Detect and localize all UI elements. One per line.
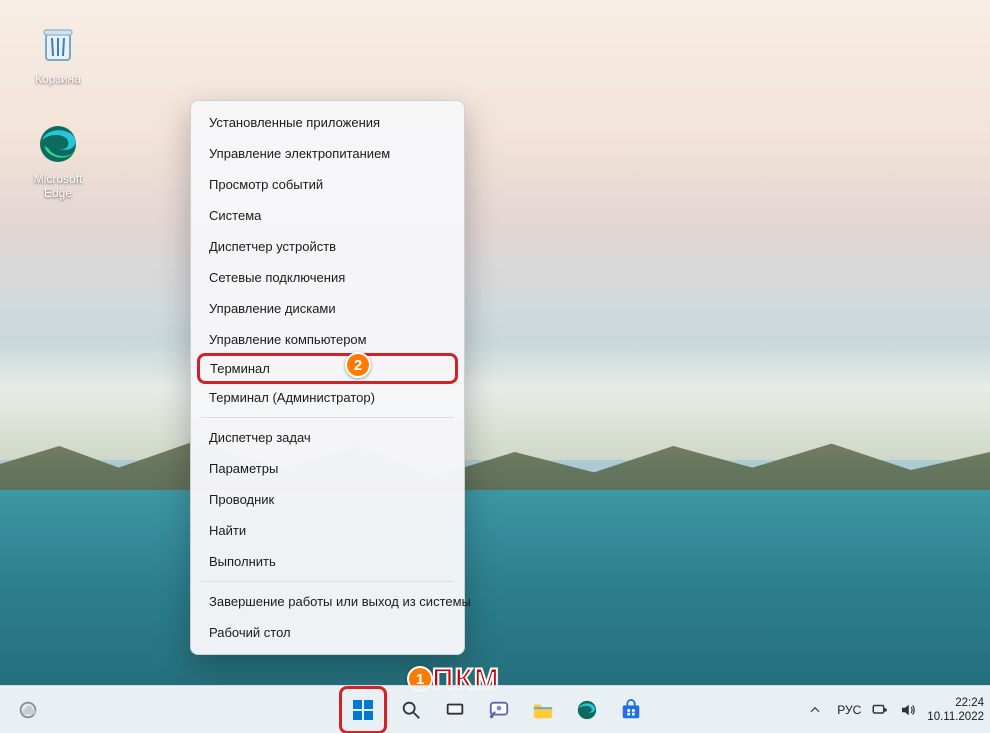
folder-icon [532, 699, 554, 721]
store-button[interactable] [611, 690, 651, 730]
chat-icon [488, 699, 510, 721]
explorer-button[interactable] [523, 690, 563, 730]
trash-icon [34, 20, 82, 68]
menu-system[interactable]: Система [191, 200, 464, 231]
task-view-icon [444, 699, 466, 721]
menu-settings[interactable]: Параметры [191, 453, 464, 484]
system-tray: РУС 22:24 10.11.2022 [803, 686, 984, 733]
edge-label: Microsoft Edge [20, 172, 96, 200]
recycle-bin-icon[interactable]: Корзина [20, 20, 96, 86]
tray-overflow[interactable] [803, 690, 827, 730]
menu-separator [201, 417, 454, 418]
search-icon [400, 699, 422, 721]
taskbar-center [339, 686, 651, 733]
menu-computer-management[interactable]: Управление компьютером [191, 324, 464, 355]
menu-separator [201, 581, 454, 582]
widgets-button[interactable] [8, 690, 48, 730]
menu-explorer[interactable]: Проводник [191, 484, 464, 515]
menu-shutdown[interactable]: Завершение работы или выход из системы [191, 586, 464, 617]
menu-search[interactable]: Найти [191, 515, 464, 546]
edge-icon[interactable]: Microsoft Edge [20, 120, 96, 200]
wallpaper-mountains [0, 340, 990, 460]
menu-terminal-highlight: Терминал [197, 353, 458, 384]
menu-run[interactable]: Выполнить [191, 546, 464, 577]
network-icon[interactable] [871, 701, 889, 719]
menu-event-viewer[interactable]: Просмотр событий [191, 169, 464, 200]
language-indicator[interactable]: РУС [837, 703, 861, 717]
menu-terminal-admin[interactable]: Терминал (Администратор) [191, 382, 464, 413]
edge-small-icon [576, 699, 598, 721]
menu-task-manager[interactable]: Диспетчер задач [191, 422, 464, 453]
browser-icon [34, 120, 82, 168]
chevron-up-icon [808, 703, 822, 717]
recycle-bin-label: Корзина [20, 72, 96, 86]
chat-button[interactable] [479, 690, 519, 730]
taskbar: РУС 22:24 10.11.2022 [0, 685, 990, 733]
clock-time: 22:24 [927, 696, 984, 710]
annotation-badge-2: 2 [345, 352, 371, 378]
menu-disk-management[interactable]: Управление дисками [191, 293, 464, 324]
menu-network-connections[interactable]: Сетевые подключения [191, 262, 464, 293]
windows-icon [351, 698, 375, 722]
volume-icon[interactable] [899, 701, 917, 719]
desktop[interactable]: Активация Windows Чтобы активировать Win… [0, 0, 990, 733]
menu-terminal[interactable]: Терминал [210, 361, 270, 376]
start-button-highlight [339, 686, 387, 733]
menu-device-manager[interactable]: Диспетчер устройств [191, 231, 464, 262]
menu-desktop[interactable]: Рабочий стол [191, 617, 464, 648]
taskbar-clock[interactable]: 22:24 10.11.2022 [927, 696, 984, 724]
task-view-button[interactable] [435, 690, 475, 730]
store-icon [620, 699, 642, 721]
menu-installed-apps[interactable]: Установленные приложения [191, 107, 464, 138]
clock-date: 10.11.2022 [927, 710, 984, 724]
start-button[interactable] [343, 690, 383, 730]
menu-power-management[interactable]: Управление электропитанием [191, 138, 464, 169]
winx-menu: Установленные приложения Управление элек… [190, 100, 465, 655]
weather-icon [17, 699, 39, 721]
search-button[interactable] [391, 690, 431, 730]
wallpaper-lake [0, 490, 990, 685]
edge-button[interactable] [567, 690, 607, 730]
